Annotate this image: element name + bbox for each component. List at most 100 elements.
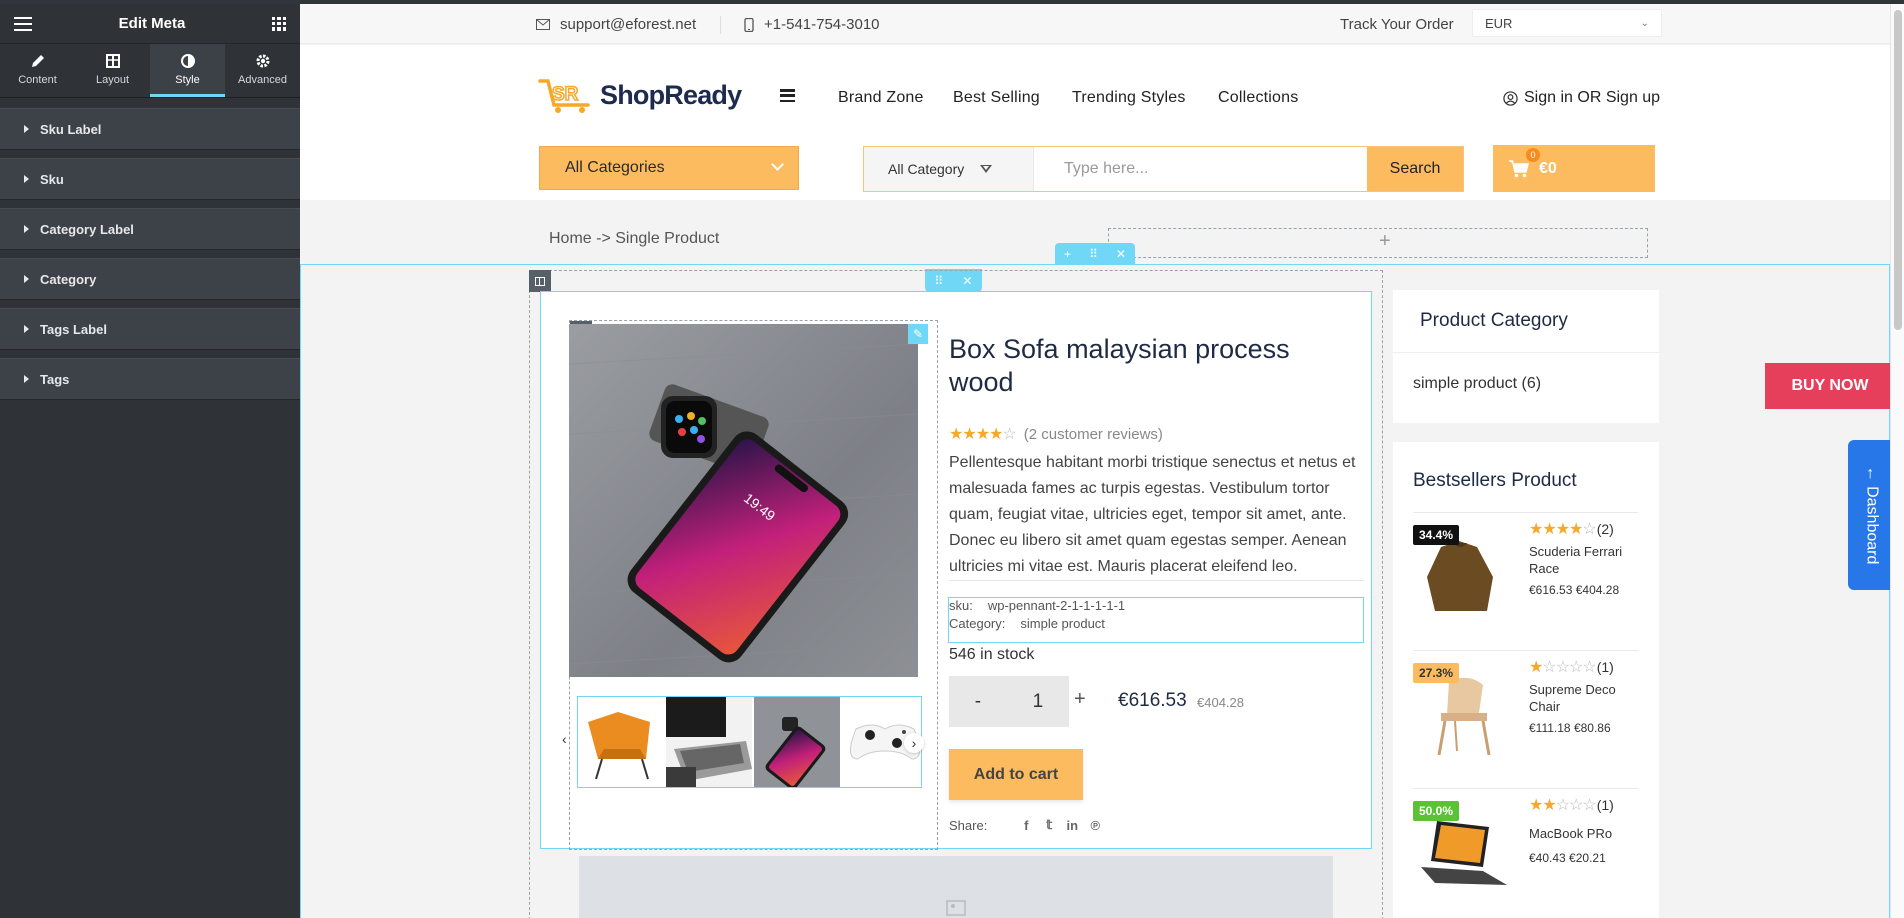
editor-panel: Edit Meta Content Layout Style Advanced … (0, 4, 300, 918)
cart-logo-icon: SR (538, 75, 598, 115)
image-placeholder-icon (946, 900, 966, 916)
tab-style[interactable]: Style (150, 44, 225, 97)
svg-text:SR: SR (552, 84, 579, 105)
share-label: Share: (949, 817, 988, 833)
category-value[interactable]: simple product (1020, 616, 1105, 631)
item-name[interactable]: MacBook PRo (1529, 825, 1639, 842)
scrollbar-thumb[interactable] (1894, 10, 1902, 330)
chevron-down-icon (771, 158, 784, 171)
buy-now-button[interactable]: BUY NOW (1765, 363, 1895, 409)
add-element-icon: + (1379, 230, 1391, 252)
currency-select[interactable]: EUR ⌄ (1472, 9, 1662, 37)
nav-trending-styles[interactable]: Trending Styles (1072, 89, 1186, 107)
item-rating: ★☆☆☆☆ (1) (1529, 659, 1614, 676)
section-tags[interactable]: Tags (0, 358, 300, 400)
section-tags-label[interactable]: Tags Label (0, 308, 300, 350)
tab-layout[interactable]: Layout (75, 44, 150, 97)
caret-right-icon (24, 275, 29, 283)
search-button[interactable]: Search (1367, 147, 1463, 191)
drag-handle-icon: ⠿ (1089, 246, 1098, 261)
product-price: €616.53 (1118, 690, 1187, 711)
support-email[interactable]: support@eforest.net (536, 16, 696, 33)
column-edit-icon[interactable] (529, 270, 551, 292)
category-label: Category: (949, 616, 1006, 631)
increase-qty-button[interactable]: + (1074, 688, 1086, 711)
caret-right-icon (24, 125, 29, 133)
section-sku-label[interactable]: Sku Label (0, 108, 300, 150)
pencil-icon (31, 54, 44, 67)
product-main-image[interactable]: 19:49 (569, 324, 918, 677)
product-meta: sku: wp-pennant-2-1-1-1-1-1 Category: simp… (949, 597, 1125, 634)
discount-badge: 27.3% (1413, 663, 1460, 683)
shopready-logo[interactable]: SR ShopReady (538, 75, 742, 115)
section-category-label[interactable]: Category Label (0, 208, 300, 250)
tab-layout-label: Layout (95, 73, 130, 86)
section-sku[interactable]: Sku (0, 158, 300, 200)
dashboard-button[interactable]: ← Dashboard (1848, 440, 1894, 590)
item-rating: ★★☆☆☆ (1) (1529, 797, 1614, 814)
discount-badge: 50.0% (1413, 801, 1460, 821)
track-order-link[interactable]: Track Your Order (1340, 16, 1454, 33)
page-preview: support@eforest.net +1-541-754-3010 Trac… (300, 4, 1904, 918)
search-category-select[interactable]: All Category (864, 147, 1034, 191)
site-header: SR ShopReady Brand Zone Best Selling Tre… (300, 45, 1890, 200)
product-category-title: Product Category (1393, 290, 1659, 353)
star-rating-icon: ★★★★☆ (1529, 521, 1597, 538)
tab-advanced[interactable]: Advanced (225, 44, 300, 97)
sign-in-link[interactable]: Sign in OR Sign up (1503, 89, 1660, 107)
tab-content-label: Content (18, 73, 57, 86)
add-to-cart-button[interactable]: Add to cart (949, 749, 1083, 800)
half-circle-icon (180, 53, 195, 68)
item-price: €111.18 €80.86 (1529, 721, 1611, 735)
support-phone[interactable]: +1-541-754-3010 (744, 16, 880, 33)
item-name[interactable]: Scuderia Ferrari Race (1529, 543, 1639, 577)
cart-button[interactable]: 0 €0 (1493, 145, 1655, 192)
section-handle-top[interactable]: + ⠿ ✕ (1055, 243, 1135, 264)
caret-right-icon (24, 175, 29, 183)
menu-toggle-icon[interactable] (780, 89, 795, 102)
nav-collections[interactable]: Collections (1218, 89, 1298, 107)
section-category[interactable]: Category (0, 258, 300, 300)
product-rating[interactable]: ★★★★☆ (2 customer reviews) (949, 424, 1163, 444)
caret-right-icon (24, 325, 29, 333)
envelope-icon (536, 19, 550, 30)
bestseller-item[interactable]: 50.0% ★★☆☆☆ (1) MacBook PRo €40.43 €20.21 (1413, 788, 1638, 918)
empty-column-placeholder[interactable]: + (1108, 228, 1648, 258)
bestseller-item[interactable]: 34.4% ★★★★☆ (2) Scuderia Ferrari Race €61… (1413, 512, 1638, 647)
close-icon: ✕ (1115, 246, 1126, 261)
review-count[interactable]: (2 customer reviews) (1024, 426, 1163, 443)
nav-best-selling[interactable]: Best Selling (953, 89, 1040, 107)
scrollbar[interactable] (1890, 4, 1904, 918)
user-circle-icon (1503, 90, 1518, 106)
discount-badge: 34.4% (1413, 525, 1460, 545)
prev-arrow-icon[interactable]: ‹ (562, 731, 567, 747)
tab-content[interactable]: Content (0, 44, 75, 97)
bestseller-item[interactable]: 27.3% ★☆☆☆☆ (1) Supreme Deco Chair €111.1… (1413, 650, 1638, 785)
nav-brand-zone[interactable]: Brand Zone (838, 89, 924, 107)
decrease-qty-button[interactable]: - (975, 691, 981, 713)
next-arrow-icon[interactable]: › (904, 733, 924, 753)
star-rating-icon: ★☆☆☆☆ (1529, 659, 1597, 676)
item-name[interactable]: Supreme Deco Chair (1529, 681, 1639, 715)
edit-widget-pencil-icon[interactable]: ✎ (908, 324, 928, 344)
tab-advanced-label: Advanced (238, 73, 287, 86)
linkedin-icon[interactable]: in (1066, 818, 1079, 833)
twitter-icon[interactable]: 𝕥 (1043, 817, 1055, 833)
breadcrumb[interactable]: Home -> Single Product (549, 230, 719, 248)
search-input[interactable] (1034, 147, 1367, 191)
item-rating: ★★★★☆ (2) (1529, 521, 1614, 538)
all-categories-dropdown[interactable]: All Categories (539, 146, 799, 190)
hamburger-menu-icon[interactable] (14, 16, 32, 31)
category-item[interactable]: simple product (6) (1393, 353, 1659, 415)
product-title: Box Sofa malaysian process wood (949, 334, 1290, 397)
quantity-input[interactable]: 1 (1033, 691, 1044, 713)
sku-value: wp-pennant-2-1-1-1-1-1 (987, 598, 1126, 613)
image-placeholder (579, 856, 1333, 918)
triangle-down-icon (980, 165, 993, 173)
widgets-grid-icon[interactable] (272, 16, 286, 31)
pinterest-icon[interactable]: ℗ (1089, 818, 1101, 833)
facebook-icon[interactable]: f (1020, 818, 1032, 833)
share-links: Share: f 𝕥 in ℗ (949, 817, 1101, 833)
sku-label: sku: (949, 598, 973, 613)
bestsellers-widget: Bestsellers Product 34.4% ★★★★☆ (2) Scude… (1393, 442, 1659, 918)
